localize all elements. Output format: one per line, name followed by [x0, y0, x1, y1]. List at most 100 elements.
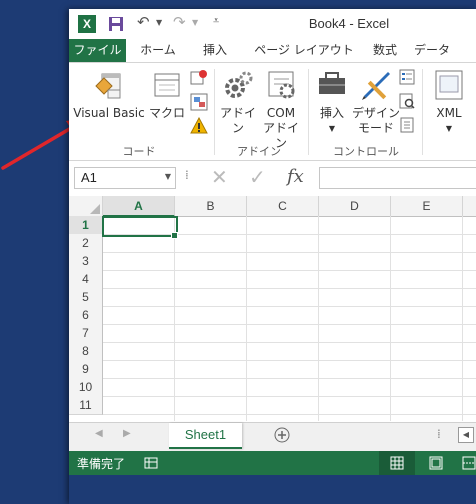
design-mode-button[interactable]: デザイン モード: [352, 68, 400, 136]
tab-home[interactable]: ホーム: [133, 39, 183, 62]
cancel-icon[interactable]: ✕: [211, 165, 228, 189]
properties-icon[interactable]: [399, 69, 415, 85]
column-header-a[interactable]: A: [103, 196, 175, 217]
tab-data[interactable]: データ: [412, 39, 452, 62]
gridline: [103, 252, 476, 253]
enter-icon[interactable]: ✓: [249, 165, 266, 189]
macro-icon: [154, 73, 180, 97]
row-header-8[interactable]: 8: [69, 342, 103, 361]
gridline: [246, 216, 247, 421]
relative-reference-icon[interactable]: [190, 93, 208, 111]
xml-source-icon: [435, 70, 463, 100]
name-box[interactable]: A1 ▼: [74, 167, 176, 189]
group-label-control: コントロール: [333, 145, 399, 158]
com-addin-button[interactable]: COM アドイン: [261, 68, 301, 151]
tab-page-layout[interactable]: ページ レイアウト: [246, 39, 362, 62]
excel-logo-icon: X: [78, 15, 96, 33]
gridline: [103, 342, 476, 343]
scroll-right-icon[interactable]: ▶: [123, 428, 131, 439]
gridline: [318, 216, 319, 421]
gridline: [390, 216, 391, 421]
undo-dropdown-icon[interactable]: ▼: [156, 18, 162, 27]
active-cell-a1[interactable]: [102, 216, 178, 237]
gridline: [103, 360, 476, 361]
vertical-dots-icon[interactable]: ⁞: [185, 168, 189, 182]
column-header-e[interactable]: E: [391, 196, 463, 217]
group-label-code: コード: [122, 145, 156, 158]
row-header-5[interactable]: 5: [69, 288, 103, 307]
column-header-c[interactable]: C: [247, 196, 319, 217]
row-header-9[interactable]: 9: [69, 360, 103, 379]
group-separator: [422, 69, 423, 155]
title-bar: X ↶ ▼ ↷ ▼ ⩡ Book4 - Excel: [69, 9, 476, 39]
xml-button[interactable]: XML ▼: [427, 68, 471, 136]
macro-security-icon[interactable]: [190, 117, 208, 135]
record-macro-icon[interactable]: [190, 69, 208, 87]
status-bar: 準備完了: [69, 451, 476, 475]
grid-view-icon: [390, 456, 404, 470]
design-mode-icon: [362, 72, 390, 100]
row-header-11[interactable]: 11: [69, 396, 103, 415]
window-title: Book4 - Excel: [308, 16, 390, 31]
developer-ribbon: Visual Basic マクロ コード アドイン COM アドイン アドイン …: [69, 62, 476, 161]
macro-button[interactable]: マクロ: [147, 68, 187, 121]
customize-qat-icon[interactable]: ⩡: [213, 14, 219, 28]
insert-function-icon[interactable]: fx: [287, 166, 304, 187]
column-header-d[interactable]: D: [319, 196, 391, 217]
row-header-7[interactable]: 7: [69, 324, 103, 343]
column-header-f[interactable]: [463, 196, 476, 217]
tab-file[interactable]: ファイル: [69, 39, 126, 62]
formula-bar: A1 ▼ ⁞ ✕ ✓ fx: [69, 164, 476, 192]
gridline: [174, 216, 175, 421]
scroll-left-icon[interactable]: ◀: [95, 428, 103, 439]
column-header-b[interactable]: B: [175, 196, 247, 217]
row-header-4[interactable]: 4: [69, 270, 103, 289]
sheet-tab-sheet1[interactable]: Sheet1: [169, 423, 242, 449]
status-ready-text: 準備完了: [77, 457, 126, 471]
ribbon-tabs: ファイル ホーム 挿入 ページ レイアウト 数式 データ: [69, 39, 476, 62]
redo-dropdown-icon[interactable]: ▼: [192, 18, 198, 27]
run-dialog-icon[interactable]: [399, 117, 415, 133]
view-code-icon[interactable]: [399, 93, 415, 109]
macro-recording-icon[interactable]: [144, 456, 158, 470]
gridline: [103, 396, 476, 397]
group-separator: [214, 69, 215, 155]
com-addin-icon: [268, 71, 295, 99]
desktop-background-bottom: [69, 475, 476, 504]
select-all-corner[interactable]: [69, 196, 103, 217]
page-layout-view-icon[interactable]: [429, 456, 443, 470]
excel-window: X ↶ ▼ ↷ ▼ ⩡ Book4 - Excel ファイル ホーム 挿入 ペー…: [69, 9, 476, 504]
gridline: [103, 414, 476, 415]
tab-insert[interactable]: 挿入: [193, 39, 237, 62]
row-header-3[interactable]: 3: [69, 252, 103, 271]
row-header-6[interactable]: 6: [69, 306, 103, 325]
fill-handle[interactable]: [171, 232, 178, 239]
visual-basic-button[interactable]: Visual Basic: [73, 68, 145, 121]
vertical-dots-icon[interactable]: ⁞: [437, 427, 441, 441]
normal-view-button[interactable]: [379, 451, 415, 475]
row-header-2[interactable]: 2: [69, 234, 103, 253]
row-header-1[interactable]: 1: [69, 216, 103, 235]
chevron-down-icon: ▼: [328, 124, 336, 133]
gridline: [103, 288, 476, 289]
undo-icon[interactable]: ↶: [137, 13, 150, 31]
group-label-addin: アドイン: [237, 145, 281, 158]
save-icon[interactable]: [108, 16, 124, 32]
toolbox-icon: [319, 72, 345, 94]
addin-button[interactable]: アドイン: [218, 68, 258, 136]
redo-icon[interactable]: ↷: [173, 13, 186, 31]
row-header-10[interactable]: 10: [69, 378, 103, 397]
formula-input[interactable]: [319, 167, 476, 189]
chevron-down-icon[interactable]: ▼: [165, 172, 171, 181]
new-sheet-icon[interactable]: [274, 427, 290, 443]
group-separator: [308, 69, 309, 155]
gridline: [103, 306, 476, 307]
worksheet-grid[interactable]: A B C D E 1 2 3 4 5 6 7 8 9 10 11: [69, 196, 476, 421]
select-all-icon: [90, 204, 100, 214]
insert-control-button[interactable]: 挿入 ▼: [313, 68, 351, 136]
gear-icon: [225, 71, 253, 98]
page-break-view-icon[interactable]: [462, 456, 476, 470]
sheet-tab-bar: ◀ ▶ Sheet1 ⁞ ◀: [69, 422, 476, 451]
tab-formulas[interactable]: 数式: [365, 39, 405, 62]
horizontal-scroll-left-button[interactable]: ◀: [458, 427, 474, 443]
